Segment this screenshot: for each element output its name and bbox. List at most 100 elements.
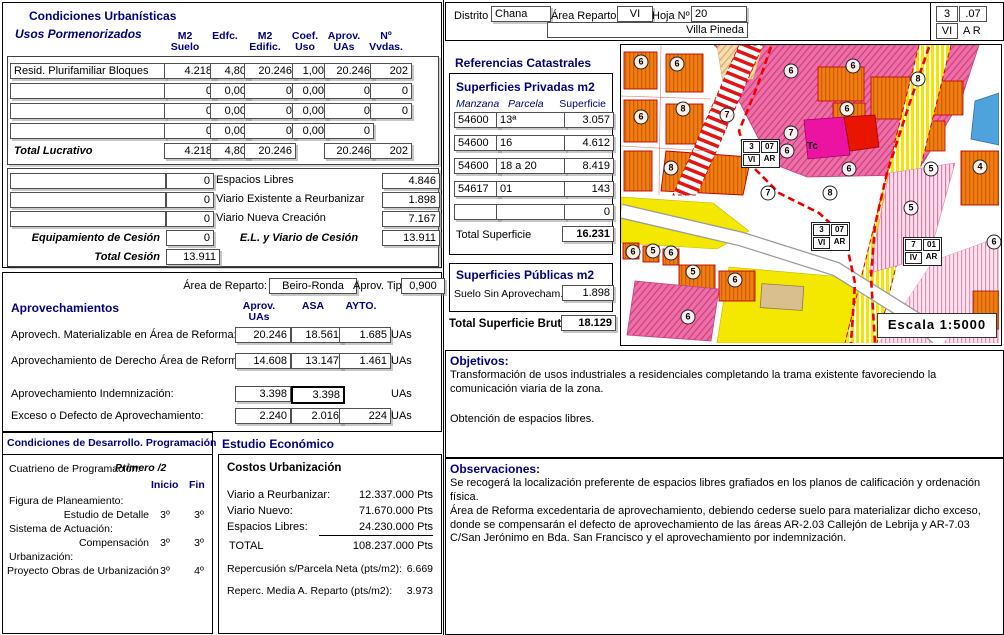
manzana-field[interactable]: 54600	[454, 112, 500, 128]
cesion-superficie-field[interactable]: 4.846	[382, 173, 440, 189]
uso-coef-field[interactable]: 1,00	[292, 63, 328, 79]
section-title: Condiciones Urbanísticas	[29, 9, 176, 23]
ar-ref-sub: .07	[959, 6, 987, 22]
map-ar-ref-box: 307VIAR	[741, 139, 780, 168]
ayto-field[interactable]: 1.461	[339, 353, 391, 369]
distrito-field[interactable]: Chana	[491, 6, 551, 22]
observaciones-title: Observaciones:	[450, 462, 540, 476]
uso-m2_edific-field[interactable]: 0	[244, 103, 296, 119]
superficie-field[interactable]: 8.419	[564, 158, 614, 174]
ayto-field[interactable]: 224	[339, 408, 391, 424]
reperc-media-label: Reperc. Media A. Reparto (pts/m2):	[227, 585, 392, 597]
superficie-field[interactable]: 4.612	[564, 135, 614, 151]
ayto-field[interactable]: 1.685	[339, 327, 391, 343]
superficie-field[interactable]: 3.057	[564, 112, 614, 128]
parcela-field[interactable]: 01	[496, 181, 566, 197]
uso-aprov-field[interactable]: 0	[324, 83, 374, 99]
column-header: Aprov.UAs	[323, 31, 365, 53]
publicas-title: Superficies Públicas m2	[456, 268, 594, 282]
ar-ref-num: 3	[936, 6, 958, 22]
uso-aprov-field[interactable]: 20.246	[324, 63, 374, 79]
asa-field[interactable]: 13.147	[291, 353, 343, 369]
cesiones-table: 0Espacios Libres4.8460Viario Existente a…	[7, 168, 439, 267]
map-parcel-number: 5	[904, 201, 919, 216]
desarrollo-fin-value: 4º	[187, 565, 211, 577]
map-parcel-number: 6	[784, 64, 799, 79]
map-ar-ref-cell: 01	[923, 239, 940, 251]
uso-label-field[interactable]: Resid. Plurifamiliar Bloques	[10, 63, 166, 79]
uso-vvdas-field[interactable]: 0	[370, 103, 412, 119]
total-lucrativo-m2_edific-field[interactable]: 20.246	[244, 143, 296, 159]
cesion-value-field[interactable]: 0	[166, 211, 214, 227]
uso-m2_suelo-field[interactable]: 4.218	[164, 63, 216, 79]
uso-m2_edific-field[interactable]: 0	[244, 83, 296, 99]
total-lucrativo-aprov-field[interactable]: 20.246	[324, 143, 374, 159]
uso-m2_suelo-field[interactable]: 0	[164, 123, 216, 139]
manzana-field[interactable]	[454, 204, 500, 220]
parcela-field[interactable]	[496, 204, 566, 220]
asa-field[interactable]: 18.561	[291, 327, 343, 343]
area-reparto-field[interactable]: VI	[617, 6, 653, 22]
uso-label-field[interactable]	[10, 103, 166, 119]
uso-label-field[interactable]	[10, 123, 166, 139]
manzana-field[interactable]: 54600	[454, 135, 500, 151]
cesion-value-field[interactable]: 0	[166, 192, 214, 208]
aprovechamientos-section: Área de Reparto: Beiro-Ronda Aprov. Tipo…	[2, 272, 442, 432]
total-lucrativo-vvdas-field[interactable]: 202	[370, 143, 412, 159]
desarrollo-group-label: Figura de Planeamiento:	[9, 495, 123, 507]
hoja-field[interactable]: 20	[691, 6, 747, 22]
uso-vvdas-field[interactable]: 0	[370, 83, 412, 99]
uso-m2_suelo-field[interactable]: 0	[164, 83, 216, 99]
uso-aprov-field[interactable]: 0	[324, 103, 374, 119]
asa-field[interactable]: 2.016	[291, 408, 343, 424]
suelo-sin-aprovecham-label: Suelo Sin Aprovecham.	[454, 288, 563, 300]
uso-label-field[interactable]	[10, 83, 166, 99]
aprov-uas-field[interactable]: 2.240	[235, 408, 291, 424]
uso-coef-field[interactable]: 0,00	[292, 123, 328, 139]
superficie-field[interactable]: 143	[564, 181, 614, 197]
uso-m2_suelo-field[interactable]: 0	[164, 103, 216, 119]
uso-m2_edific-field[interactable]: 0	[244, 123, 296, 139]
superficie-field[interactable]: 0	[564, 204, 614, 220]
parcela-field[interactable]: 13ª	[496, 112, 566, 128]
uas-unit-label: UAs	[391, 388, 412, 400]
cesion-empty-field[interactable]	[10, 173, 166, 189]
parcela-field[interactable]: 16	[496, 135, 566, 151]
uso-coef-field[interactable]: 0,00	[292, 103, 328, 119]
uso-m2_edific-field[interactable]: 20.246	[244, 63, 296, 79]
manzana-field[interactable]: 54617	[454, 181, 500, 197]
nombre-field[interactable]: Villa Pineda	[547, 22, 748, 38]
manzana-field[interactable]: 54600	[454, 158, 500, 174]
cesion-empty-field[interactable]	[10, 211, 166, 227]
total-superficie-field[interactable]: 16.231	[562, 226, 614, 242]
repercusion-value: 6.669	[407, 563, 433, 575]
cesion-name-label: Viario Nueva Creación	[216, 212, 326, 224]
map-overlays: Tc Escala 1:5000 66687668676865456786565…	[621, 45, 1001, 345]
cesion-superficie-field[interactable]: 7.167	[382, 211, 440, 227]
parcela-field[interactable]: 18 a 20	[496, 158, 566, 174]
total-cesion-field[interactable]: 13.911	[166, 249, 220, 265]
uso-aprov-field[interactable]: 0	[324, 123, 374, 139]
objetivos-p2: Obtención de espacios libres.	[450, 413, 997, 427]
aprov-uas-field[interactable]: 14.608	[235, 353, 291, 369]
total-lucrativo-m2_suelo-field[interactable]: 4.218	[164, 143, 216, 159]
cesion-value-field[interactable]: 0	[166, 173, 214, 189]
cesion-empty-field[interactable]	[10, 192, 166, 208]
equipamiento-field[interactable]: 0	[166, 230, 214, 246]
map-parcel-number: 6	[634, 55, 649, 70]
objetivos-title: Objetivos:	[450, 354, 509, 368]
estudio-section: Costos Urbanización Viario a Reurbanizar…	[218, 454, 442, 634]
total-bruta-field[interactable]: 18.129	[561, 315, 616, 331]
uso-coef-field[interactable]: 0,00	[292, 83, 328, 99]
map-tc-label: Tc	[807, 141, 818, 152]
cesion-superficie-field[interactable]: 1.898	[382, 192, 440, 208]
uso-vvdas-field[interactable]: 202	[370, 63, 412, 79]
aprov-uas-field[interactable]: 3.398	[235, 386, 291, 402]
aprov-uas-field[interactable]: 20.246	[235, 327, 291, 343]
desarrollo-item-label: Proyecto Obras de Urbanización	[7, 565, 149, 577]
hoja-label: Hoja Nº	[652, 10, 690, 22]
el-viario-field[interactable]: 13.911	[382, 230, 440, 246]
suelo-sin-aprovecham-field[interactable]: 1.898	[562, 285, 614, 301]
asa-field[interactable]: 3.398	[291, 386, 345, 404]
map-parcel-number: 4	[973, 160, 988, 175]
